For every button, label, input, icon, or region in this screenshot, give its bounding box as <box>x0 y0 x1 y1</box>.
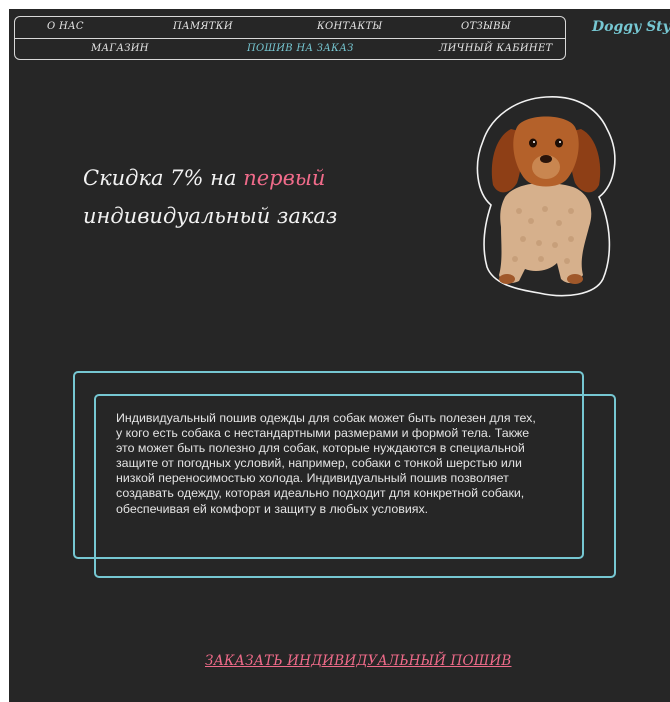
page-frame: О НАС ПАМЯТКИ КОНТАКТЫ ОТЗЫВЫ МАГАЗИН ПО… <box>9 9 670 702</box>
promo-headline: Скидка 7% на первый индивидуальный заказ <box>83 159 403 235</box>
nav-link-account[interactable]: ЛИЧНЫЙ КАБИНЕТ <box>439 43 553 54</box>
nav-link-shop[interactable]: МАГАЗИН <box>91 43 149 54</box>
nav-link-reviews[interactable]: ОТЗЫВЫ <box>461 21 511 32</box>
brand-logo[interactable]: Doggy Style <box>592 19 670 35</box>
info-text: Индивидуальный пошив одежды для собак мо… <box>116 411 536 516</box>
order-custom-tailoring-link[interactable]: ЗАКАЗАТЬ ИНДИВИДУАЛЬНЫЙ ПОШИВ <box>205 653 512 669</box>
nav-divider <box>15 38 565 39</box>
promo-prefix: Скидка 7% на <box>83 166 244 190</box>
nav-link-contacts[interactable]: КОНТАКТЫ <box>317 21 383 32</box>
nav-link-memos[interactable]: ПАМЯТКИ <box>173 21 233 32</box>
main-nav: О НАС ПАМЯТКИ КОНТАКТЫ ОТЗЫВЫ МАГАЗИН ПО… <box>14 16 566 60</box>
nav-link-custom-tailoring[interactable]: ПОШИВ НА ЗАКАЗ <box>247 43 354 54</box>
nav-link-about[interactable]: О НАС <box>47 21 84 32</box>
dog-in-sweater-illustration <box>471 93 621 299</box>
promo-accent: первый <box>243 166 326 190</box>
promo-line2: индивидуальный заказ <box>83 204 338 228</box>
